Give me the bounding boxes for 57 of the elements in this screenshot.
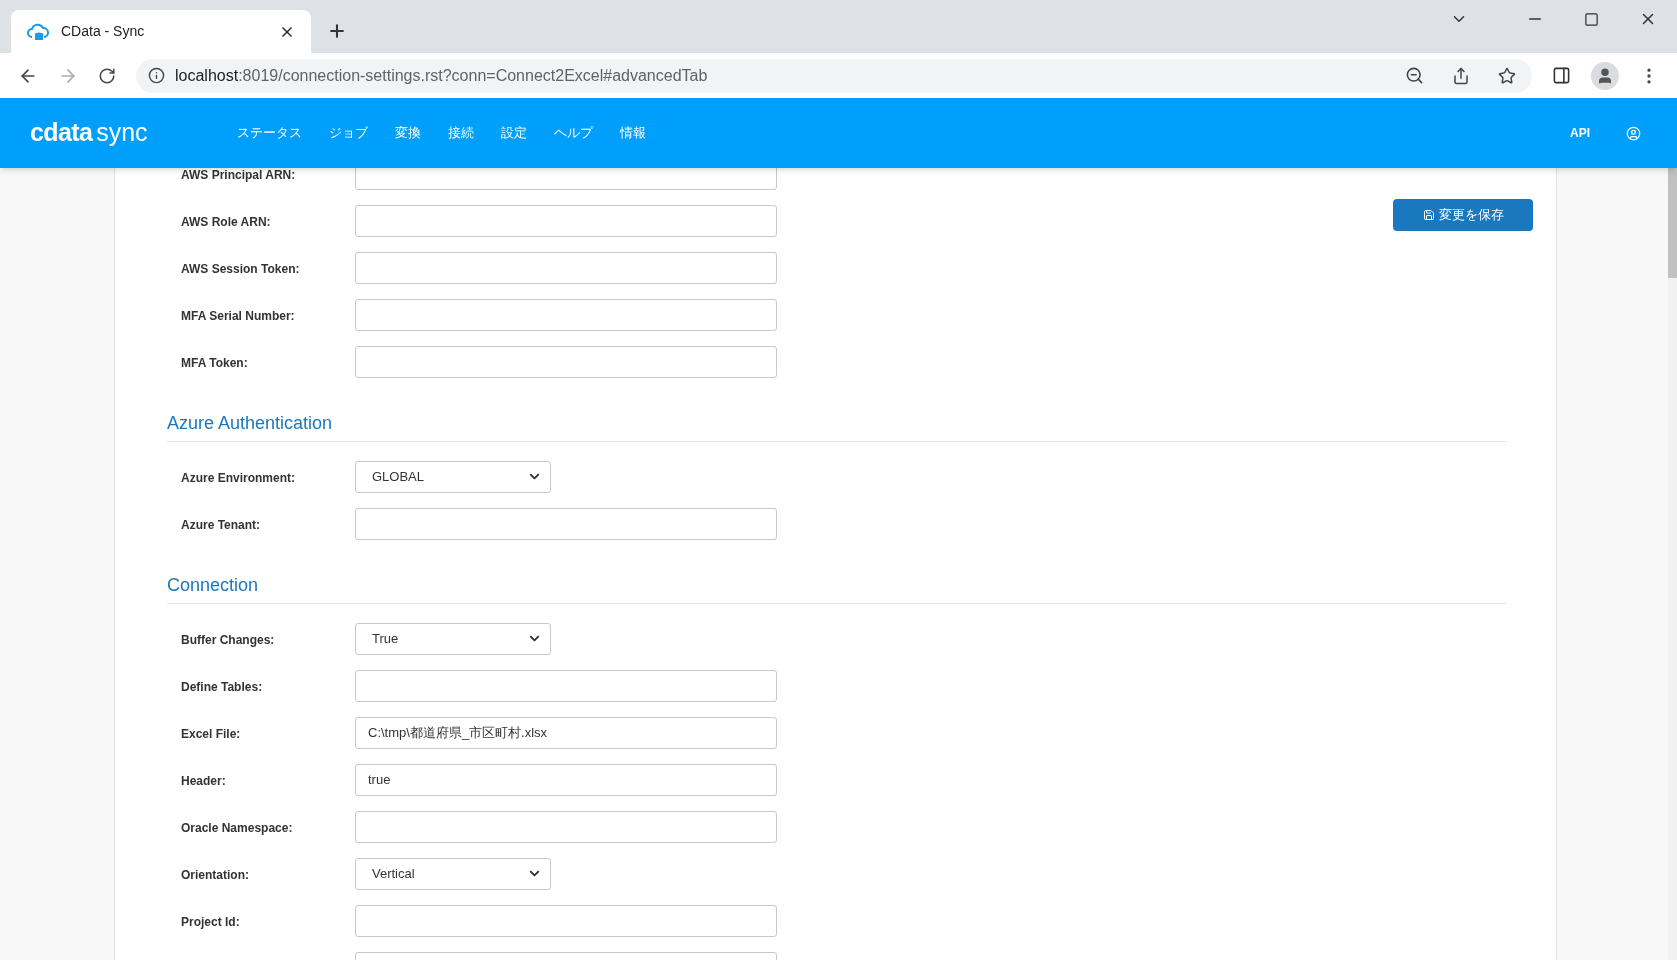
input-field[interactable]: C:\tmp\都道府県_市区町村.xlsx bbox=[355, 716, 777, 749]
field-label: MFA Token: bbox=[181, 355, 248, 370]
field-label: Oracle Namespace: bbox=[181, 820, 293, 835]
logo-product: sync bbox=[96, 117, 148, 149]
input-field[interactable] bbox=[355, 251, 777, 284]
person-icon bbox=[1596, 66, 1614, 85]
nav-link[interactable]: ステータス bbox=[237, 123, 302, 143]
field-label: AWS Session Token: bbox=[181, 261, 300, 276]
select-field[interactable]: GLOBAL bbox=[355, 460, 551, 493]
input-field[interactable] bbox=[355, 204, 777, 237]
field-label: MFA Serial Number: bbox=[181, 308, 295, 323]
input-field[interactable] bbox=[355, 298, 777, 331]
reload-icon[interactable] bbox=[98, 66, 116, 85]
input-field[interactable] bbox=[355, 904, 777, 937]
nav-link[interactable]: 情報 bbox=[620, 123, 646, 143]
profile-avatar[interactable] bbox=[1591, 61, 1619, 90]
zoom-out-icon[interactable] bbox=[1405, 66, 1424, 85]
section-heading: Connection bbox=[167, 575, 259, 595]
share-icon[interactable] bbox=[1452, 66, 1470, 85]
select-field[interactable]: True bbox=[355, 622, 551, 655]
input-field[interactable] bbox=[355, 345, 777, 378]
select-field[interactable]: Vertical bbox=[355, 857, 551, 890]
field-label: Excel File: bbox=[181, 726, 241, 741]
new-tab-icon[interactable] bbox=[327, 21, 347, 41]
input-field[interactable]: true bbox=[355, 763, 777, 796]
nav-link[interactable]: 接続 bbox=[448, 123, 474, 143]
input-field[interactable] bbox=[355, 669, 777, 702]
url-text: localhost:8019/connection-settings.rst?conn=Connect2Excel#advancedTab bbox=[175, 65, 708, 86]
maximize-icon[interactable] bbox=[1584, 11, 1599, 27]
tab-title: CData - Sync bbox=[61, 22, 146, 41]
nav-link[interactable]: ジョブ bbox=[329, 123, 368, 143]
field-label: Buffer Changes: bbox=[181, 632, 275, 647]
field-label: AWS Principal ARN: bbox=[181, 168, 296, 182]
input-field[interactable] bbox=[355, 507, 777, 540]
info-icon bbox=[148, 67, 165, 84]
nav-link[interactable]: ヘルプ bbox=[554, 123, 593, 143]
side-panel-icon[interactable] bbox=[1552, 66, 1571, 85]
field-label: AWS Role ARN: bbox=[181, 214, 271, 229]
api-link[interactable]: API bbox=[1570, 124, 1590, 142]
field-label: Orientation: bbox=[181, 867, 249, 882]
logo-brand: cdata bbox=[30, 117, 93, 149]
section-heading: Azure Authentication bbox=[167, 413, 333, 433]
address-bar[interactable]: localhost:8019/connection-settings.rst?conn=Connect2Excel#advancedTab bbox=[136, 58, 1532, 93]
browser-tab[interactable]: CData - Sync bbox=[11, 10, 311, 53]
field-label: Azure Tenant: bbox=[181, 517, 261, 532]
nav-link[interactable]: 変換 bbox=[395, 123, 421, 143]
save-button[interactable]: 変更を保存 bbox=[1393, 199, 1533, 231]
save-icon bbox=[1422, 209, 1435, 221]
field-label: Project Id: bbox=[181, 914, 240, 929]
field-label: Azure Environment: bbox=[181, 470, 295, 485]
star-icon[interactable] bbox=[1498, 66, 1516, 85]
input-field[interactable] bbox=[355, 810, 777, 843]
nav-link[interactable]: 設定 bbox=[501, 123, 527, 143]
user-icon[interactable] bbox=[1626, 125, 1641, 141]
field-label: Define Tables: bbox=[181, 679, 263, 694]
cloud-database-icon bbox=[27, 22, 49, 41]
field-label: Header: bbox=[181, 773, 226, 788]
